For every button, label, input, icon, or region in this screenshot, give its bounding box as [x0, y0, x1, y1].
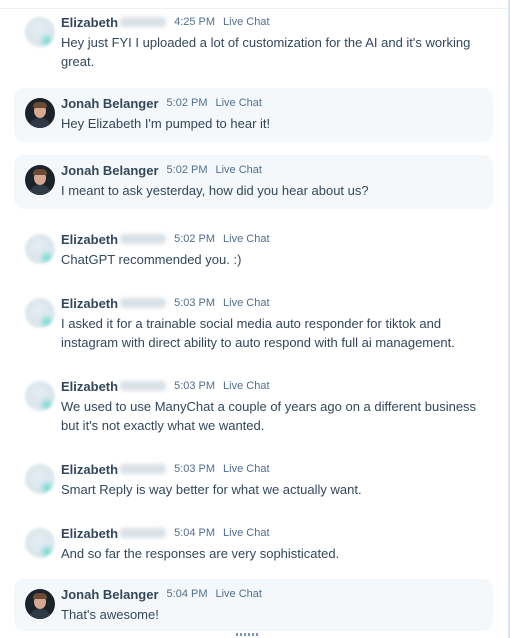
message-text: We used to use ManyChat a couple of year…	[61, 399, 477, 433]
message-time: 5:03 PM	[174, 380, 216, 392]
visitor-avatar	[25, 381, 55, 411]
chat-message: Jonah Belanger 5:02 PM Live Chat Hey Eli…	[14, 88, 493, 142]
chat-message: Jonah Belanger 5:02 PM Live Chat I meant…	[14, 155, 493, 209]
message-time: 4:25 PM	[174, 16, 216, 28]
message-meta: Elizabeth 5:03 PM Live Chat	[61, 294, 270, 312]
message-meta: Jonah Belanger 5:02 PM Live Chat	[61, 161, 262, 179]
message-time: 5:02 PM	[166, 97, 208, 109]
message-text: Smart Reply is way better for what we ac…	[61, 482, 362, 497]
message-channel: Live Chat	[215, 97, 262, 109]
sender-name: Elizabeth	[61, 378, 119, 394]
redacted-surname	[120, 381, 167, 391]
sender-name: Elizabeth	[61, 14, 119, 30]
message-channel: Live Chat	[223, 380, 270, 392]
sender-name: Jonah Belanger	[61, 586, 159, 602]
redacted-surname	[120, 298, 167, 308]
visitor-avatar	[25, 528, 55, 558]
visitor-avatar	[25, 17, 55, 47]
message-text: That's awesome!	[61, 607, 159, 622]
message-meta: Jonah Belanger 5:02 PM Live Chat	[61, 94, 262, 112]
message-meta: Elizabeth 5:03 PM Live Chat	[61, 460, 270, 478]
redacted-surname	[120, 17, 167, 27]
message-channel: Live Chat	[223, 463, 270, 475]
message-channel: Live Chat	[223, 297, 270, 309]
chat-message: Elizabeth 5:04 PM Live Chat And so far t…	[14, 518, 493, 570]
redacted-surname	[120, 464, 167, 474]
message-meta: Elizabeth 5:04 PM Live Chat	[61, 524, 270, 542]
sender-name: Jonah Belanger	[61, 162, 159, 178]
message-text: And so far the responses are very sophis…	[61, 546, 340, 561]
message-meta: Elizabeth 5:02 PM Live Chat	[61, 230, 270, 248]
message-text: I asked it for a trainable social media …	[61, 316, 455, 350]
message-text: I meant to ask yesterday, how did you he…	[61, 183, 369, 198]
chat-message: Elizabeth 5:03 PM Live Chat Smart Reply …	[14, 454, 493, 506]
chat-message: Elizabeth 5:02 PM Live Chat ChatGPT reco…	[14, 224, 493, 276]
sender-name: Elizabeth	[61, 295, 119, 311]
message-text: Hey Elizabeth I'm pumped to hear it!	[61, 116, 271, 131]
chat-message: Elizabeth 5:03 PM Live Chat We used to u…	[14, 371, 493, 443]
message-time: 5:03 PM	[174, 297, 216, 309]
message-time: 5:03 PM	[174, 463, 216, 475]
message-channel: Live Chat	[215, 588, 262, 600]
message-time: 5:02 PM	[166, 164, 208, 176]
redacted-surname	[120, 234, 167, 244]
message-channel: Live Chat	[215, 164, 262, 176]
chat-thread: Elizabeth 4:25 PM Live Chat Hey just FYI…	[0, 0, 508, 638]
chat-message: Elizabeth 4:25 PM Live Chat Hey just FYI…	[14, 7, 493, 77]
message-time: 5:04 PM	[174, 527, 216, 539]
message-text: ChatGPT recommended you. :)	[61, 252, 242, 267]
message-channel: Live Chat	[223, 527, 270, 539]
chat-message: Jonah Belanger 5:04 PM Live Chat That's …	[14, 579, 493, 631]
agent-avatar	[25, 98, 55, 128]
agent-avatar	[25, 589, 55, 619]
message-channel: Live Chat	[223, 233, 270, 245]
visitor-avatar	[25, 234, 55, 264]
chat-message: Elizabeth 5:03 PM Live Chat I asked it f…	[14, 288, 493, 360]
visitor-avatar	[25, 464, 55, 494]
visitor-avatar	[25, 298, 55, 328]
redacted-surname	[120, 528, 167, 538]
message-time: 5:04 PM	[166, 588, 208, 600]
sender-name: Elizabeth	[61, 461, 119, 477]
resize-grip[interactable]	[236, 633, 258, 636]
message-meta: Elizabeth 5:03 PM Live Chat	[61, 377, 270, 395]
message-channel: Live Chat	[223, 16, 270, 28]
message-meta: Jonah Belanger 5:04 PM Live Chat	[61, 585, 262, 603]
agent-avatar	[25, 165, 55, 195]
message-meta: Elizabeth 4:25 PM Live Chat	[61, 13, 270, 31]
message-time: 5:02 PM	[174, 233, 216, 245]
sender-name: Elizabeth	[61, 231, 119, 247]
sender-name: Jonah Belanger	[61, 95, 159, 111]
message-text: Hey just FYI I uploaded a lot of customi…	[61, 35, 471, 69]
sender-name: Elizabeth	[61, 525, 119, 541]
